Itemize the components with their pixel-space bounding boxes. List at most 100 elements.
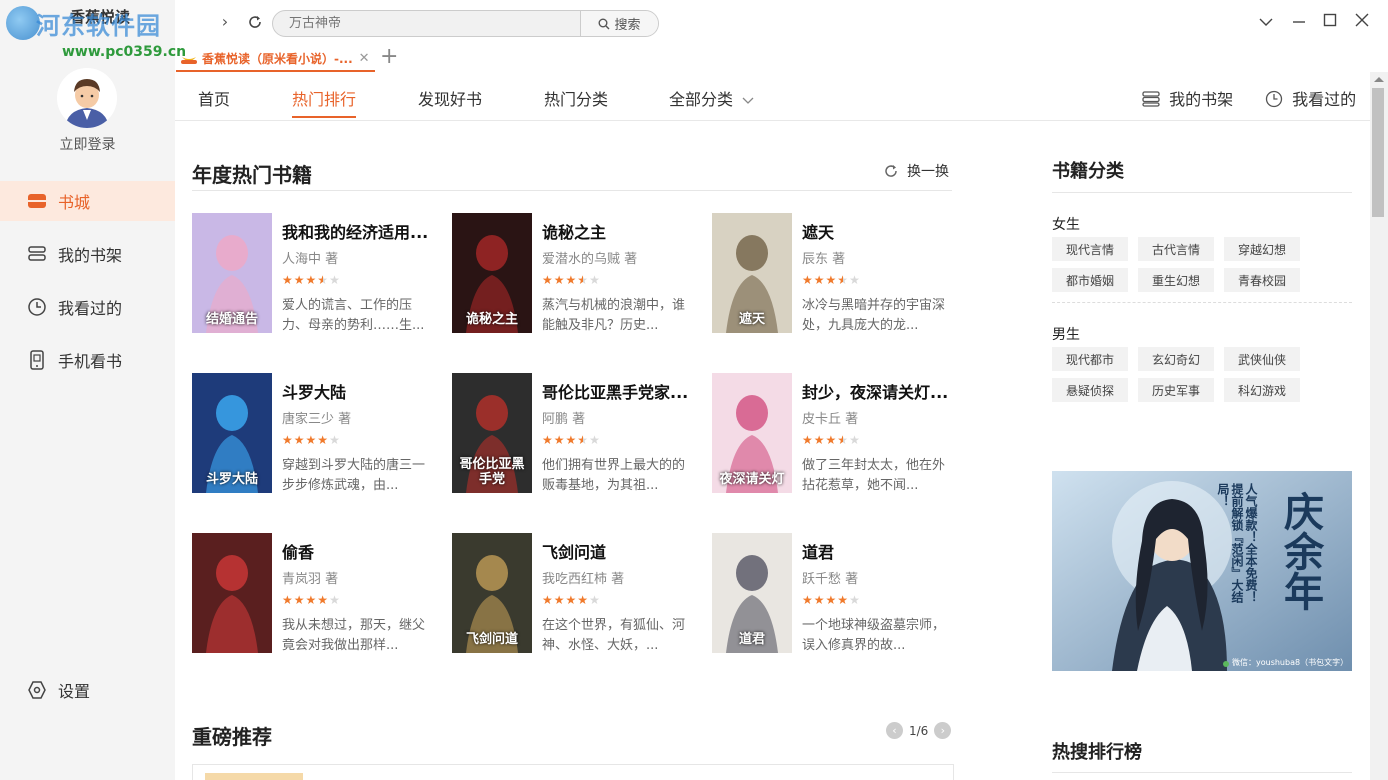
book-title[interactable]: 飞剑问道 xyxy=(542,539,692,563)
book-cover[interactable]: 遮天 xyxy=(712,213,792,333)
sidebar-item-mobile[interactable]: 手机看书 xyxy=(0,340,175,380)
star-icon: ★ xyxy=(837,593,850,607)
book-title[interactable]: 道君 xyxy=(802,539,952,563)
promo-banner[interactable]: 庆余年 人气爆款！全本免费！提前解锁『范闲』大结局！ 微信：youshuba8（… xyxy=(1052,471,1352,671)
sidebar-item-settings[interactable]: 设置 xyxy=(0,670,175,710)
star-icon: ★ xyxy=(577,273,590,287)
scroll-up-icon[interactable] xyxy=(1374,77,1384,82)
tab-close-icon[interactable]: ✕ xyxy=(359,51,370,66)
browser-tab[interactable]: 香蕉悦读（原米看小说）-... ✕ xyxy=(176,46,375,72)
book-cover-text: 夜深请关灯 xyxy=(719,472,785,487)
book-cover[interactable]: 结婚通告 xyxy=(192,213,272,333)
sidebar-item-label: 手机看书 xyxy=(58,352,123,371)
nav-my-bookshelf[interactable]: 我的书架 xyxy=(1142,86,1233,110)
book-card[interactable]: 哥伦比亚黑手党 哥伦比亚黑手党家... 阿鹏 著 ★★★★★ 他们拥有世界上最大的的贩毒… xyxy=(452,373,692,494)
app-window: 香蕉悦读 河东软件园 www.pc0359.cn 立即登录 书城 我的书架 我看… xyxy=(0,0,1388,780)
next-page-icon[interactable]: › xyxy=(934,722,952,739)
star-icon: ★ xyxy=(282,273,294,287)
nav-hot-category[interactable]: 热门分类 xyxy=(544,86,608,110)
book-rating: ★★★★★ xyxy=(542,433,601,447)
nav-all-category[interactable]: 全部分类 xyxy=(669,86,754,110)
store-icon xyxy=(26,190,48,212)
star-icon: ★ xyxy=(553,593,566,607)
category-chip[interactable]: 历史军事 xyxy=(1138,378,1214,402)
scrollbar-thumb[interactable] xyxy=(1372,88,1384,217)
book-card[interactable]: 夜深请关灯 封少，夜深请关灯... 皮卡丘 著 ★★★★★ 做了三年封太太，他在外拈花惹… xyxy=(712,373,952,494)
category-chip[interactable]: 古代言情 xyxy=(1138,237,1214,261)
book-description: 他们拥有世界上最大的的贩毒基地，为其祖... xyxy=(542,458,686,493)
book-cover-text: 斗罗大陆 xyxy=(205,472,258,487)
book-description: 在这个世界，有狐仙、河神、水怪、大妖，... xyxy=(542,618,686,653)
category-chip[interactable]: 青春校园 xyxy=(1224,268,1300,292)
book-card[interactable]: 偷香 青岚羽 著 ★★★★★ 我从未想过，那天，继父竟会对我做出那样... xyxy=(192,533,432,654)
category-chip[interactable]: 都市婚姻 xyxy=(1052,268,1128,292)
hot-search-title: 热搜排行榜 xyxy=(1052,742,1142,763)
book-cover[interactable]: 夜深请关灯 xyxy=(712,373,792,493)
nav-history-label: 我看过的 xyxy=(1292,90,1357,109)
book-title[interactable]: 偷香 xyxy=(282,539,432,563)
reload-icon[interactable] xyxy=(245,12,265,32)
clock-icon xyxy=(26,296,48,318)
star-icon: ★ xyxy=(553,433,566,447)
nav-home[interactable]: 首页 xyxy=(198,86,230,110)
nav-history[interactable]: 我看过的 xyxy=(1265,86,1356,110)
sidebar-item-store[interactable]: 书城 xyxy=(0,181,175,221)
book-author: 辰东 著 xyxy=(802,252,846,267)
category-chip[interactable]: 玄幻奇幻 xyxy=(1138,347,1214,371)
nav-all-category-label: 全部分类 xyxy=(669,90,734,109)
book-cover[interactable]: 斗罗大陆 xyxy=(192,373,272,493)
book-title[interactable]: 遮天 xyxy=(802,219,952,243)
refresh-button[interactable]: 换一换 xyxy=(883,161,949,181)
category-chip[interactable]: 武侠仙侠 xyxy=(1224,347,1300,371)
chevron-down-icon[interactable] xyxy=(1256,12,1276,32)
minimize-icon[interactable] xyxy=(1289,12,1309,32)
avatar[interactable] xyxy=(57,68,117,128)
star-icon: ★ xyxy=(577,593,590,607)
book-cover[interactable]: 诡秘之主 xyxy=(452,213,532,333)
book-card[interactable]: 诡秘之主 诡秘之主 爱潜水的乌贼 著 ★★★★★ 蒸汽与机械的浪潮中，谁能触及非凡？历史… xyxy=(452,213,692,334)
new-tab-icon[interactable]: + xyxy=(380,44,398,69)
book-card[interactable]: 遮天 遮天 辰东 著 ★★★★★ 冰冷与黑暗并存的宇宙深处，九具庞大的龙... xyxy=(712,213,952,334)
scrollbar[interactable] xyxy=(1370,72,1388,780)
book-title[interactable]: 斗罗大陆 xyxy=(282,379,432,403)
search-input[interactable] xyxy=(273,11,580,36)
maximize-icon[interactable] xyxy=(1320,12,1340,32)
category-chip[interactable]: 现代都市 xyxy=(1052,347,1128,371)
category-chip[interactable]: 悬疑侦探 xyxy=(1052,378,1128,402)
nav-discover[interactable]: 发现好书 xyxy=(418,86,482,110)
featured-cover[interactable] xyxy=(205,773,303,780)
book-card[interactable]: 道君 道君 跃千愁 著 ★★★★★ 一个地球神级盗墓宗师，误入修真界的故... xyxy=(712,533,952,654)
book-cover[interactable]: 哥伦比亚黑手党 xyxy=(452,373,532,493)
book-rating: ★★★★★ xyxy=(282,433,341,447)
forward-icon[interactable]: › xyxy=(215,12,235,32)
book-rating: ★★★★★ xyxy=(282,593,341,607)
close-icon[interactable] xyxy=(1352,12,1372,32)
login-link[interactable]: 立即登录 xyxy=(0,134,175,154)
star-icon: ★ xyxy=(825,593,838,607)
book-title[interactable]: 哥伦比亚黑手党家... xyxy=(542,379,692,403)
category-chip[interactable]: 现代言情 xyxy=(1052,237,1128,261)
book-description: 冰冷与黑暗并存的宇宙深处，九具庞大的龙... xyxy=(802,298,946,333)
book-card[interactable]: 飞剑问道 飞剑问道 我吃西红柿 著 ★★★★★ 在这个世界，有狐仙、河神、水怪、大妖，.… xyxy=(452,533,692,654)
search-button[interactable]: 搜索 xyxy=(580,11,658,36)
category-chip[interactable]: 穿越幻想 xyxy=(1224,237,1300,261)
book-title[interactable]: 封少，夜深请关灯... xyxy=(802,379,952,403)
book-cover[interactable]: 飞剑问道 xyxy=(452,533,532,653)
sidebar-item-label: 书城 xyxy=(58,193,91,212)
nav-hot-ranking[interactable]: 热门排行 xyxy=(292,86,357,118)
book-card[interactable]: 斗罗大陆 斗罗大陆 唐家三少 著 ★★★★★ 穿越到斗罗大陆的唐三一步步修炼武魂，由..… xyxy=(192,373,432,494)
sidebar-item-history[interactable]: 我看过的 xyxy=(0,287,175,327)
settings-label: 设置 xyxy=(58,682,91,701)
category-chip[interactable]: 科幻游戏 xyxy=(1224,378,1300,402)
book-title[interactable]: 我和我的经济适用... xyxy=(282,219,432,243)
book-author: 人海中 著 xyxy=(282,252,339,267)
book-card[interactable]: 结婚通告 我和我的经济适用... 人海中 著 ★★★★★ 爱人的谎言、工作的压力、母亲的… xyxy=(192,213,432,334)
star-icon: ★ xyxy=(802,273,814,287)
category-chip[interactable]: 重生幻想 xyxy=(1138,268,1214,292)
sidebar-item-bookshelf[interactable]: 我的书架 xyxy=(0,234,175,274)
book-cover-text: 哥伦比亚黑手党 xyxy=(459,457,525,487)
book-title[interactable]: 诡秘之主 xyxy=(542,219,692,243)
prev-page-icon[interactable]: ‹ xyxy=(886,722,903,739)
book-cover[interactable]: 道君 xyxy=(712,533,792,653)
book-cover[interactable] xyxy=(192,533,272,653)
